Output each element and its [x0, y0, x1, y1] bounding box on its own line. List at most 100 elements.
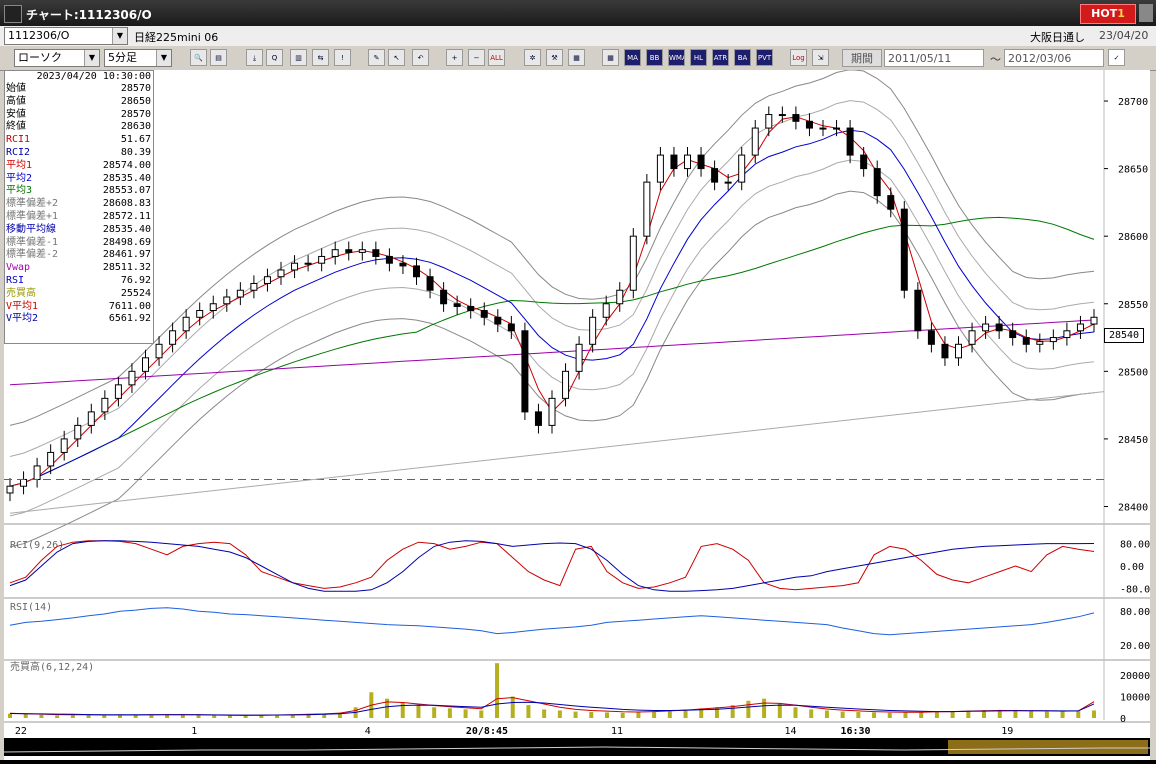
volume-bar — [1092, 710, 1096, 718]
info-value: 28498.69 — [102, 236, 151, 248]
volume-bar — [447, 708, 452, 718]
period-checkbox[interactable]: ✓ — [1108, 49, 1125, 66]
candle — [792, 114, 800, 122]
candle — [182, 316, 190, 332]
subchart-tick-label: 20.00 — [1120, 641, 1150, 652]
price-tick-label: 28450 — [1118, 435, 1148, 446]
scroller-thumb[interactable] — [948, 740, 1148, 754]
interval-select[interactable]: 5分足 ▼ — [104, 49, 172, 67]
candle — [846, 127, 854, 156]
grid-icon[interactable]: ▦ — [602, 49, 619, 66]
date-to-input[interactable]: 2012/03/06 — [1004, 49, 1104, 67]
bar-chart-icon[interactable]: ▥ — [290, 49, 307, 66]
wrench-icon[interactable]: ⚒ — [546, 49, 563, 66]
window-control[interactable] — [1139, 4, 1153, 22]
candle — [399, 262, 407, 267]
candle — [534, 411, 542, 426]
volume-bar — [652, 711, 657, 718]
trend-line — [9, 391, 1105, 514]
info-row: Vwap 28511.32 — [5, 262, 153, 275]
info-row: 標準偏差+2 28608.83 — [5, 198, 153, 211]
info-label: 標準偏差+2 — [6, 198, 59, 210]
info-row: V平均2 6561.92 — [5, 313, 153, 326]
candle-remove-icon[interactable]: − — [468, 49, 485, 66]
candle — [765, 114, 773, 129]
candle — [250, 282, 258, 291]
time-scroller[interactable] — [3, 738, 1150, 756]
candle — [927, 330, 935, 345]
ma-button[interactable]: MA — [624, 49, 641, 66]
info-value: 28572.11 — [102, 210, 151, 222]
info-row: 終値 28630 — [5, 121, 153, 134]
candle-add-icon[interactable]: + — [446, 49, 463, 66]
atr-button[interactable]: ATR — [712, 49, 729, 66]
candle — [955, 343, 962, 359]
candle — [318, 255, 326, 264]
ba-button[interactable]: BA — [734, 49, 751, 66]
volume-bar — [70, 715, 75, 718]
hot-button[interactable]: HOT1 — [1080, 4, 1136, 24]
dropdown-arrow-icon[interactable]: ▼ — [156, 50, 171, 66]
split-icon[interactable]: ▤ — [210, 49, 227, 66]
date-from-input[interactable]: 2011/05/11 — [884, 49, 984, 67]
info-label: 終値 — [6, 121, 26, 133]
volume-bar — [840, 711, 845, 718]
dropdown-arrow-icon[interactable]: ▼ — [84, 50, 99, 66]
log-button[interactable]: Log — [790, 49, 807, 66]
session-label: 大阪日通し — [1030, 31, 1085, 44]
pen-icon[interactable]: ✎ — [368, 49, 385, 66]
info-row: 平均3 28553.07 — [5, 185, 153, 198]
info-rows: 始値 28570 高値 28650 安値 28570 終値 28630 RCI1 51.67 RCI… — [5, 83, 153, 326]
scroller-graph — [3, 740, 1150, 754]
info-label: RCI2 — [6, 146, 31, 158]
volume-bar — [55, 715, 60, 718]
wma-button[interactable]: WMA — [668, 49, 685, 66]
candle — [589, 316, 597, 345]
cursor-icon[interactable]: ↖ — [388, 49, 405, 66]
volume-bar — [23, 714, 28, 718]
period-button[interactable]: 期間 — [842, 49, 882, 67]
time-tick-label: 1 — [191, 726, 197, 737]
candle — [467, 305, 475, 312]
symbol-select[interactable]: 1112306/O ▼ — [4, 27, 128, 45]
undo-icon[interactable]: ↶ — [412, 49, 429, 66]
window-title: チャート:1112306/O — [26, 8, 152, 22]
info-row: 移動平均線 28535.40 — [5, 224, 153, 237]
all-button[interactable]: ALL — [488, 49, 505, 66]
search-chart-icon[interactable]: Q — [266, 49, 283, 66]
chart-canvas[interactable]: 2870028650286002855028500284502840022 1 4 2… — [4, 68, 1156, 760]
volume-bar — [463, 709, 468, 718]
palette-icon[interactable]: ▦ — [568, 49, 585, 66]
dropdown-arrow-icon[interactable]: ▼ — [112, 28, 127, 44]
hl-button[interactable]: HL — [690, 49, 707, 66]
time-tick-label: 20/8:45 — [466, 726, 508, 737]
settings-icon[interactable]: ✲ — [524, 49, 541, 66]
compare-icon[interactable]: ⇆ — [312, 49, 329, 66]
candle — [101, 397, 109, 413]
volume-bar — [872, 712, 877, 718]
chart-area[interactable]: 28700 28650 28600 28550 28500 28450 28400 22 1 4 2… — [4, 68, 1156, 760]
candle — [128, 370, 136, 386]
candle — [1009, 330, 1017, 339]
note-icon[interactable]: ! — [334, 49, 351, 66]
info-label: 標準偏差-2 — [6, 249, 59, 261]
volume-bar — [557, 710, 562, 718]
title-bar: チャート:1112306/O HOT1 — [0, 0, 1156, 26]
subchart-tick-label: 20000 — [1120, 671, 1150, 682]
date-label: 23/04/20 — [1099, 29, 1149, 42]
zoom-icon[interactable]: 🔍 — [190, 49, 207, 66]
info-row: RCI1 51.67 — [5, 134, 153, 147]
subchart-title: RCI(9,26) — [10, 540, 64, 551]
candle — [304, 262, 312, 265]
volume-bar — [589, 711, 594, 718]
download-icon[interactable]: ⤓ — [246, 49, 263, 66]
bb-button[interactable]: BB — [646, 49, 663, 66]
export-icon[interactable]: ⇲ — [812, 49, 829, 66]
chart-type-select[interactable]: ローソク ▼ — [14, 49, 100, 67]
price-tick-label: 28650 — [1118, 165, 1148, 176]
candle — [291, 262, 299, 271]
pvt-button[interactable]: PVT — [756, 49, 773, 66]
info-value: 28630 — [120, 121, 151, 133]
volume-bar — [1044, 711, 1049, 718]
candle — [684, 154, 691, 170]
